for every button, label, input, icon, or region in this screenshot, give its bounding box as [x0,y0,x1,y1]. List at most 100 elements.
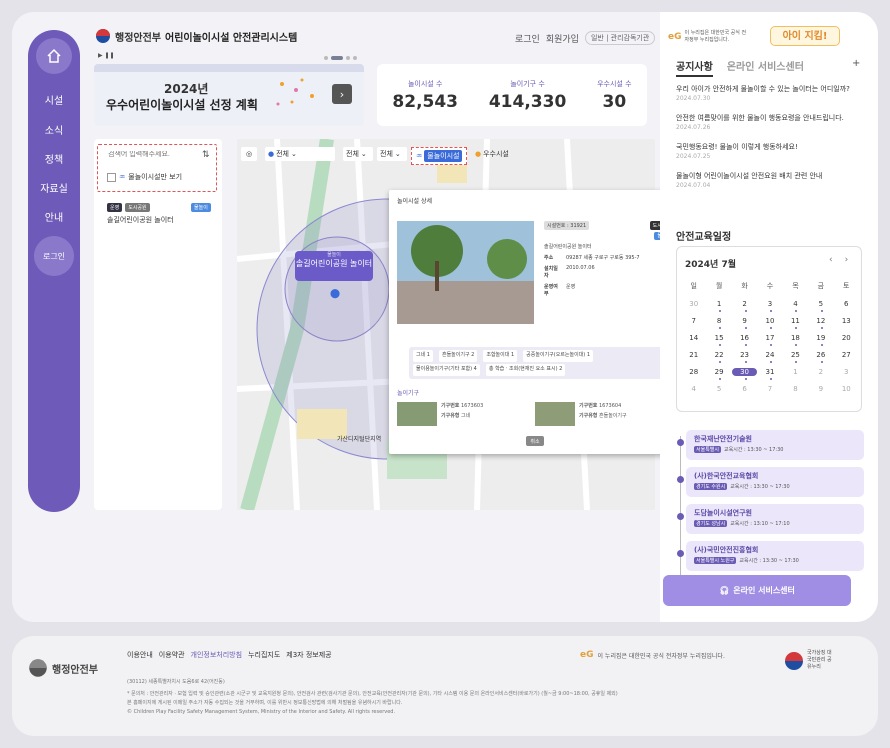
calendar-day[interactable]: 9 [808,385,833,393]
calendar-day[interactable]: 8 [783,385,808,393]
calendar-day[interactable]: 6 [732,385,757,393]
calendar-day[interactable]: 4 [783,300,808,312]
calendar-day[interactable]: 7 [757,385,782,393]
login-link[interactable]: 로그인 [515,32,540,45]
region-select-3[interactable]: 전체 ⌄ [377,147,407,161]
calendar-day[interactable]: 24 [757,351,782,363]
banner-next-button[interactable]: › [332,84,352,104]
calendar-day[interactable]: 1 [706,300,731,312]
calendar-day[interactable]: 4 [681,385,706,393]
map-marker-popup[interactable]: 물놀이 솔길어린이공원 놀이터 [295,251,373,281]
sidebar-item-archive[interactable]: 자료실 [28,180,80,195]
footer-link[interactable]: 제3자 정보제공 [286,650,331,660]
calendar-day[interactable]: 29 [706,368,731,380]
footer-link[interactable]: 이용안내 [127,650,153,660]
more-button[interactable]: + [852,58,860,69]
signup-link[interactable]: 회원가입 [546,32,579,45]
notice-item[interactable]: 국민행동요령! 물놀이 이렇게 행동하세요! [676,142,866,152]
calendar-day[interactable]: 27 [834,351,859,359]
calendar-day[interactable]: 1 [783,368,808,376]
region-select-1[interactable]: ● 전체 ⌄ [265,147,335,161]
facility-detail-modal: 놀이시설 상세 ✕ 시설번호 : 31921 도시공원 물놀이 솔길어린이공원 … [389,190,682,454]
event-meta: 경기도 성남시 교육시간 : 13:10 ~ 17:10 [694,520,790,527]
footer-egov-text: 이 누리집은 대한민국 공식 전자정부 누리집입니다. [597,652,725,660]
sidebar-login-button[interactable]: 로그인 [34,236,74,276]
footer-link-privacy[interactable]: 개인정보처리방침 [191,650,243,660]
notice-item[interactable]: 물놀이형 어린이놀이시설 안전요원 배치 관련 안내 [676,171,866,181]
calendar-day[interactable]: 14 [681,334,706,342]
calendar-day[interactable]: 25 [783,351,808,363]
notice-item[interactable]: 안전한 여름맞이를 위한 물놀이 행동요령을 안내드립니다. [676,113,866,123]
calendar-day[interactable]: 30 [681,300,706,308]
stat-excellent: 우수시설 수 30 [597,79,631,112]
event-card[interactable]: (사)국민안전진흥협회 서울특별시 노원구 교육시간 : 13:30 ~ 17:3… [686,541,864,571]
calendar-day[interactable]: 16 [732,334,757,346]
site-logo[interactable]: 행정안전부 어린이놀이시설 안전관리시스템 [95,28,297,44]
calendar-day-today[interactable]: 30 [731,368,758,380]
footer-link[interactable]: 누리집지도 [248,650,280,660]
tab-online-center[interactable]: 온라인 서비스센터 [727,58,804,77]
calendar-day[interactable]: 7 [681,317,706,325]
calendar-day[interactable]: 5 [808,300,833,312]
seg-agency[interactable]: 관리감독기관 [611,34,650,42]
region-select-2[interactable]: 전체 ⌄ [343,147,373,161]
cancel-button[interactable]: 취소 [526,436,544,446]
home-button[interactable] [36,38,72,74]
calendar-day[interactable]: 17 [757,334,782,346]
calendar-day[interactable]: 3 [834,368,859,376]
map-pin-icon[interactable]: ⬤ [330,289,340,299]
seg-general[interactable]: 일반 [591,34,604,42]
calendar-day[interactable]: 12 [808,317,833,329]
calendar-day[interactable]: 22 [706,351,731,363]
calendar-day[interactable]: 3 [757,300,782,312]
calendar-day[interactable]: 15 [706,334,731,346]
equipment-item[interactable]: 기구번호 1673604 기구유형 흔들놀이기구 [535,402,627,426]
sidebar-item-facility[interactable]: 시설 [28,92,80,107]
tab-water-facility[interactable]: ♒ 물놀이시설 [411,147,468,165]
calendar-day[interactable]: 28 [681,368,706,376]
equipment-item[interactable]: 기구번호 1673603 기구유형 그네 [397,402,483,426]
user-type-toggle[interactable]: 일반 | 관리감독기관 [584,31,656,45]
calendar-day[interactable]: 31 [757,368,782,380]
calendar-day[interactable]: 10 [834,385,859,393]
calendar-day[interactable]: 9 [732,317,757,329]
calendar-day[interactable]: 11 [783,317,808,329]
calendar-day[interactable]: 2 [732,300,757,312]
calendar-day[interactable]: 13 [834,317,859,325]
calendar-day[interactable]: 20 [834,334,859,342]
footer-national-symbol[interactable]: 국가상징 대국민관리 공유누리 [785,650,835,671]
chevron-left-icon[interactable]: ‹ [829,255,833,265]
chevron-right-icon[interactable]: › [845,255,849,265]
footer-link[interactable]: 이용약관 [159,650,185,660]
aiji-logo[interactable]: 아이 지킴! [770,26,840,46]
calendar-day[interactable]: 23 [732,351,757,363]
calendar-day[interactable]: 6 [834,300,859,308]
sidebar-item-guide[interactable]: 안내 [28,209,80,224]
online-service-button[interactable]: 🎧︎ 온라인 서비스센터 [663,575,851,606]
calendar-day[interactable]: 2 [808,368,833,376]
sort-icon[interactable]: ⇅ [202,150,210,160]
notice-item[interactable]: 우리 아이가 안전하게 물놀이할 수 있는 놀이터는 어디일까? [676,84,866,94]
calendar-day[interactable]: 18 [783,334,808,346]
tab-excellent-facility[interactable]: ● 우수시설 [475,149,509,159]
list-item[interactable]: 솔길어린이공원 놀이터 [107,215,174,225]
event-card[interactable]: 한국재난안전기술원 서울특별시 교육시간 : 13:30 ~ 17:30 [686,430,864,460]
calendar-day[interactable]: 21 [681,351,706,359]
banner[interactable]: 2024년 우수어린이놀이시설 선정 계획 › [94,64,364,126]
water-only-checkbox[interactable]: ♒ 물놀이시설만 보기 [107,172,182,182]
banner-play-pause-icon[interactable]: ▶ ❚❚ [98,52,115,59]
tab-notice[interactable]: 공지사항 [676,58,713,77]
banner-pagination[interactable] [324,56,357,60]
event-card[interactable]: 도담놀이시설연구원 경기도 성남시 교육시간 : 13:10 ~ 17:10 [686,504,864,534]
calendar-day[interactable]: 26 [808,351,833,363]
my-location-button[interactable]: ◎ [241,147,257,161]
calendar-day[interactable]: 8 [706,317,731,329]
sidebar-item-policy[interactable]: 정책 [28,151,80,166]
event-card[interactable]: (사)한국안전교육협회 경기도 수원시 교육시간 : 13:30 ~ 17:30 [686,467,864,497]
calendar-day[interactable]: 19 [808,334,833,346]
search-input[interactable] [108,151,188,158]
checkbox-box[interactable] [107,172,116,182]
sidebar-item-news[interactable]: 소식 [28,122,80,137]
calendar-day[interactable]: 5 [706,385,731,393]
calendar-day[interactable]: 10 [757,317,782,329]
